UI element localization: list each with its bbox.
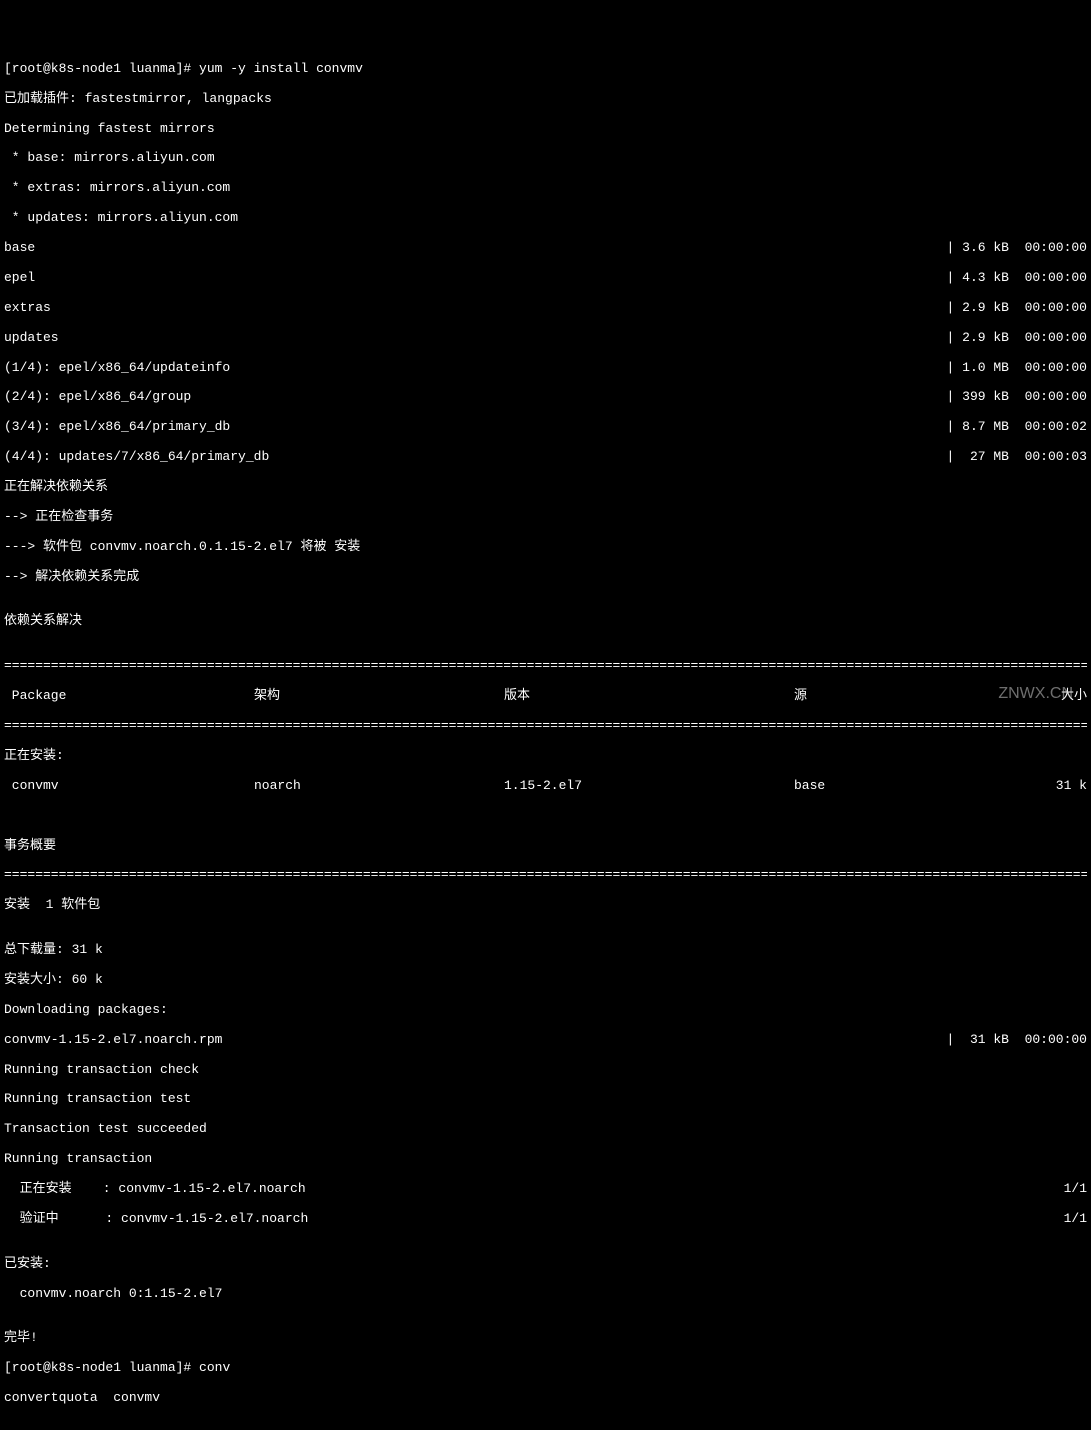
cell-repo: base	[794, 779, 994, 794]
terminal-line-command[interactable]: [root@k8s-node1 luanma]# yum -y install …	[4, 62, 1087, 77]
repo-line: base | 3.6 kB 00:00:00	[4, 241, 1087, 256]
verify-count-right: 1/1	[1064, 1212, 1087, 1227]
watermark: ZNWX.CN	[998, 685, 1073, 703]
col-package: Package	[4, 689, 254, 704]
installing-label: 正在安装:	[4, 749, 1087, 764]
install-count-right: 1/1	[1064, 1182, 1087, 1197]
repo-name: base	[4, 241, 35, 256]
output-line: Running transaction test	[4, 1092, 1087, 1107]
separator-line: ========================================…	[4, 659, 1087, 674]
download-stat: | 1.0 MB 00:00:00	[947, 361, 1087, 376]
shell-prompt: [root@k8s-node1 luanma]#	[4, 1360, 199, 1375]
download-stat: | 399 kB 00:00:00	[947, 390, 1087, 405]
download-line: convmv-1.15-2.el7.noarch.rpm | 31 kB 00:0…	[4, 1033, 1087, 1048]
install-step: 正在安装 : convmv-1.15-2.el7.noarch	[4, 1182, 306, 1197]
download-name: convmv-1.15-2.el7.noarch.rpm	[4, 1033, 222, 1048]
command-text: yum -y install convmv	[199, 61, 363, 76]
output-line: convmv.noarch 0:1.15-2.el7	[4, 1287, 1087, 1302]
output-line: Transaction test succeeded	[4, 1122, 1087, 1137]
repo-line: extras | 2.9 kB 00:00:00	[4, 301, 1087, 316]
summary-label: 事务概要	[4, 839, 1087, 854]
output-line: 完毕!	[4, 1331, 1087, 1346]
install-count: 安装 1 软件包	[4, 898, 1087, 913]
col-repo: 源	[794, 689, 994, 704]
repo-name: updates	[4, 331, 59, 346]
output-line: --> 解决依赖关系完成	[4, 570, 1087, 585]
repo-stat: | 3.6 kB 00:00:00	[947, 241, 1087, 256]
install-progress-line: 正在安装 : convmv-1.15-2.el7.noarch 1/1	[4, 1182, 1087, 1197]
output-line: Running transaction	[4, 1152, 1087, 1167]
repo-line: epel | 4.3 kB 00:00:00	[4, 271, 1087, 286]
repo-name: epel	[4, 271, 35, 286]
output-line: 已安装:	[4, 1257, 1087, 1272]
verify-step: 验证中 : convmv-1.15-2.el7.noarch	[4, 1212, 308, 1227]
output-line: ---> 软件包 convmv.noarch.0.1.15-2.el7 将被 安…	[4, 540, 1087, 555]
col-version: 版本	[504, 689, 794, 704]
output-line	[4, 809, 1087, 824]
download-stat: | 27 MB 00:00:03	[947, 450, 1087, 465]
download-name: (2/4): epel/x86_64/group	[4, 390, 191, 405]
output-line: 安装大小: 60 k	[4, 973, 1087, 988]
output-line: * updates: mirrors.aliyun.com	[4, 211, 1087, 226]
col-arch: 架构	[254, 689, 504, 704]
repo-name: extras	[4, 301, 51, 316]
output-line: * base: mirrors.aliyun.com	[4, 151, 1087, 166]
command-text: conv	[199, 1360, 230, 1375]
download-line: (2/4): epel/x86_64/group | 399 kB 00:00:0…	[4, 390, 1087, 405]
separator-line: ========================================…	[4, 868, 1087, 883]
table-row: convmvnoarch1.15-2.el7base 31 k	[4, 779, 1087, 794]
output-line: Determining fastest mirrors	[4, 122, 1087, 137]
output-line: --> 正在检查事务	[4, 510, 1087, 525]
terminal-line-command[interactable]: [root@k8s-node1 luanma]# conv	[4, 1361, 1087, 1376]
cell-arch: noarch	[254, 779, 504, 794]
tab-completion: convertquota convmv	[4, 1391, 1087, 1406]
repo-stat: | 4.3 kB 00:00:00	[947, 271, 1087, 286]
download-name: (1/4): epel/x86_64/updateinfo	[4, 361, 230, 376]
download-line: (4/4): updates/7/x86_64/primary_db | 27 M…	[4, 450, 1087, 465]
download-line: (1/4): epel/x86_64/updateinfo | 1.0 MB 00…	[4, 361, 1087, 376]
download-name: (3/4): epel/x86_64/primary_db	[4, 420, 230, 435]
output-line: 已加载插件: fastestmirror, langpacks	[4, 92, 1087, 107]
separator-line: ========================================…	[4, 719, 1087, 734]
output-line: 正在解决依赖关系	[4, 480, 1087, 495]
cell-package: convmv	[4, 779, 254, 794]
download-name: (4/4): updates/7/x86_64/primary_db	[4, 450, 269, 465]
repo-stat: | 2.9 kB 00:00:00	[947, 301, 1087, 316]
download-stat: | 31 kB 00:00:00	[947, 1033, 1087, 1048]
output-line: 依赖关系解决	[4, 614, 1087, 629]
shell-prompt: [root@k8s-node1 luanma]#	[4, 61, 199, 76]
output-line: Running transaction check	[4, 1063, 1087, 1078]
repo-line: updates | 2.9 kB 00:00:00	[4, 331, 1087, 346]
table-header: Package架构版本源大小	[4, 689, 1087, 704]
output-line: Downloading packages:	[4, 1003, 1087, 1018]
output-line: 总下载量: 31 k	[4, 943, 1087, 958]
cell-size: 31 k	[1056, 779, 1087, 794]
repo-stat: | 2.9 kB 00:00:00	[947, 331, 1087, 346]
verify-progress-line: 验证中 : convmv-1.15-2.el7.noarch 1/1	[4, 1212, 1087, 1227]
cell-version: 1.15-2.el7	[504, 779, 794, 794]
download-stat: | 8.7 MB 00:00:02	[947, 420, 1087, 435]
output-line: * extras: mirrors.aliyun.com	[4, 181, 1087, 196]
download-line: (3/4): epel/x86_64/primary_db | 8.7 MB 00…	[4, 420, 1087, 435]
